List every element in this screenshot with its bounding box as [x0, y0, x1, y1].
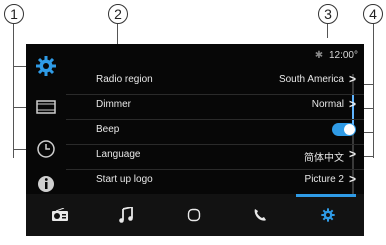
status-bar: ✱ 12:00°: [315, 50, 358, 61]
radio-icon[interactable]: [30, 194, 90, 236]
leader-line-4: [373, 24, 374, 158]
info-icon[interactable]: [34, 172, 58, 196]
setting-value: South America: [278, 74, 344, 85]
leader-line-3: [327, 24, 328, 38]
sidebar-gear-icon[interactable]: [34, 54, 58, 78]
head-unit-screen: ✱ 12:00° Radio region South America > Di…: [26, 44, 364, 236]
clock-time: 12:00: [328, 50, 354, 61]
setting-row-language[interactable]: Language 简体中文 >: [96, 145, 358, 170]
setting-label: Start up logo: [96, 174, 153, 185]
bottom-nav-bar: [26, 194, 364, 236]
chevron-right-icon: >: [348, 97, 356, 111]
callout-2: 2: [108, 4, 128, 24]
chevron-right-icon: >: [348, 147, 356, 161]
phone-icon[interactable]: [230, 194, 290, 236]
setting-label: Beep: [96, 124, 120, 135]
setting-row-beep[interactable]: Beep: [96, 120, 358, 145]
setting-value: Picture 2: [304, 174, 344, 185]
setting-label: Dimmer: [96, 99, 131, 110]
callout-4: 4: [363, 4, 383, 24]
home-circle-icon[interactable]: [164, 194, 224, 236]
callout-1: 1: [4, 4, 24, 24]
music-note-icon[interactable]: [96, 194, 156, 236]
chevron-right-icon: >: [348, 172, 356, 186]
setting-value: 简体中文: [304, 153, 344, 164]
active-tab-indicator: [296, 194, 356, 197]
bluetooth-icon: ✱: [314, 50, 324, 61]
setting-row-radio-region[interactable]: Radio region South America >: [96, 70, 358, 95]
clock-icon[interactable]: [34, 137, 58, 161]
bottom-gear-icon[interactable]: [298, 194, 358, 236]
chevron-right-icon: >: [348, 72, 356, 86]
setting-label: Language: [96, 149, 141, 160]
setting-label: Radio region: [96, 74, 153, 85]
callout-3: 3: [318, 4, 338, 24]
temperature-unit: °: [354, 50, 358, 61]
film-icon[interactable]: [34, 95, 58, 119]
beep-toggle[interactable]: [332, 123, 356, 136]
setting-row-dimmer[interactable]: Dimmer Normal >: [96, 95, 358, 120]
settings-sidebar: [26, 44, 66, 194]
leader-line-1: [13, 24, 14, 158]
setting-value: Normal: [311, 99, 344, 110]
setting-row-start-up-logo[interactable]: Start up logo Picture 2 >: [96, 170, 358, 195]
